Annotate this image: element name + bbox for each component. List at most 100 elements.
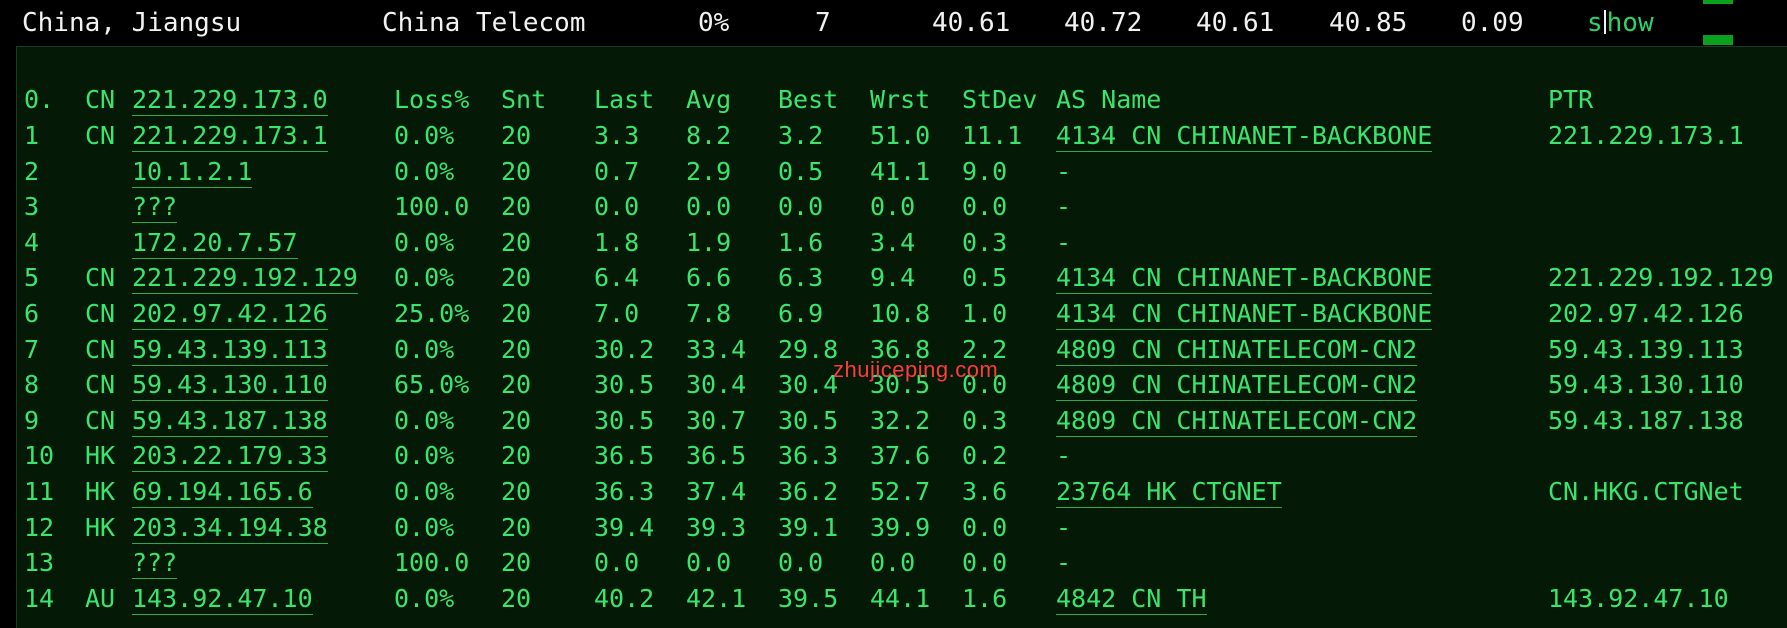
stdev-value: 1.0 — [962, 299, 1008, 328]
hop-number: 10 — [24, 441, 55, 471]
scrollbar-thumb-top[interactable] — [1703, 0, 1733, 4]
avg-value: 6.6 — [686, 263, 732, 293]
as-name[interactable]: 4134 CN CHINANET-BACKBONE — [1056, 121, 1433, 152]
snt-value: 20 — [501, 583, 532, 613]
hop-host[interactable]: 221.229.173.1 — [132, 121, 328, 152]
hop-host[interactable]: 10.1.2.1 — [132, 157, 253, 188]
hop-number: 11 — [24, 477, 55, 506]
mtr-detail-panel: 0. CN 221.229.173.0 Loss% Snt Last Avg B… — [16, 46, 1787, 628]
as-name[interactable]: 4809 CN CHINATELECOM-CN2 — [1056, 370, 1418, 402]
hop-number: 9 — [24, 405, 40, 435]
snt-value: 20 — [501, 334, 532, 364]
hop-number: 6 — [24, 299, 40, 328]
avg-value: 33.4 — [686, 334, 747, 364]
stdev-value: 11.1 — [962, 121, 1023, 150]
as-name[interactable]: 4842 CN TH — [1056, 584, 1207, 615]
loss-value: 0.0% — [394, 441, 455, 471]
summary-location: China, Jiangsu — [22, 8, 242, 38]
hop-host[interactable]: ??? — [132, 192, 178, 224]
last-value: 0.0 — [594, 548, 640, 578]
last-value: 3.3 — [594, 121, 640, 150]
show-link-text-start: s — [1587, 8, 1603, 38]
hop-number: 13 — [24, 548, 55, 578]
ptr-value: 59.43.139.113 — [1548, 334, 1744, 364]
avg-value: 0.0 — [686, 548, 732, 578]
avg-value: 36.5 — [686, 441, 747, 471]
header-country: CN — [85, 85, 116, 114]
hop-host[interactable]: 203.22.179.33 — [132, 441, 328, 473]
best-value: 39.5 — [778, 583, 839, 613]
last-value: 30.5 — [594, 370, 655, 400]
wrst-value: 41.1 — [870, 156, 931, 186]
stdev-value: 0.5 — [962, 263, 1008, 293]
hop-host[interactable]: 203.34.194.38 — [132, 513, 328, 544]
hop-number: 5 — [24, 263, 40, 293]
wrst-value: 10.8 — [870, 299, 931, 328]
snt-value: 20 — [501, 370, 532, 400]
snt-value: 20 — [501, 405, 532, 435]
hop-host[interactable]: 59.43.139.113 — [132, 335, 328, 366]
last-value: 0.0 — [594, 192, 640, 222]
as-name: - — [1056, 548, 1072, 578]
summary-isp: China Telecom — [382, 8, 586, 38]
header-host[interactable]: 221.229.173.0 — [132, 85, 328, 116]
snt-value: 20 — [501, 441, 532, 471]
country-code: CN — [85, 263, 116, 293]
hop-host[interactable]: ??? — [132, 548, 178, 580]
snt-value: 20 — [501, 477, 532, 506]
stdev-value: 3.6 — [962, 477, 1008, 506]
summary-avg: 40.72 — [1064, 8, 1143, 38]
scrollbar-thumb[interactable] — [1703, 35, 1733, 45]
avg-value: 1.9 — [686, 227, 732, 257]
hop-host[interactable]: 59.43.130.110 — [132, 370, 328, 402]
as-name[interactable]: 4134 CN CHINANET-BACKBONE — [1056, 299, 1433, 330]
hop-host[interactable]: 172.20.7.57 — [132, 228, 298, 259]
best-value: 6.3 — [778, 263, 824, 293]
show-link-text-end: how — [1606, 8, 1654, 38]
avg-value: 30.4 — [686, 370, 747, 400]
wrst-value: 3.4 — [870, 227, 916, 257]
ptr-value: 59.43.187.138 — [1548, 405, 1744, 435]
loss-value: 25.0% — [394, 299, 470, 328]
country-code: CN — [85, 370, 116, 400]
loss-value: 0.0% — [394, 512, 455, 542]
stdev-value: 0.0 — [962, 548, 1008, 578]
best-value: 0.5 — [778, 156, 824, 186]
summary-best: 40.61 — [1196, 8, 1275, 38]
avg-value: 2.9 — [686, 156, 732, 186]
table-row: 13??? 100.0 20 0.0 0.0 0.0 0.0 0.0 - — [17, 544, 1787, 580]
as-name: - — [1056, 227, 1072, 257]
hop-host[interactable]: 69.194.165.6 — [132, 477, 313, 508]
hop-host[interactable]: 221.229.192.129 — [132, 263, 358, 295]
country-code: CN — [85, 121, 116, 150]
summary-loss: 0% — [698, 8, 730, 38]
ptr-value: 221.229.192.129 — [1548, 263, 1774, 293]
hop-number: 8 — [24, 370, 40, 400]
hop-host[interactable]: 143.92.47.10 — [132, 584, 313, 615]
best-value: 0.0 — [778, 548, 824, 578]
country-code: CN — [85, 334, 116, 364]
hop-host[interactable]: 59.43.187.138 — [132, 406, 328, 437]
as-name[interactable]: 23764 HK CTGNET — [1056, 477, 1282, 508]
last-value: 40.2 — [594, 583, 655, 613]
as-name[interactable]: 4809 CN CHINATELECOM-CN2 — [1056, 406, 1418, 437]
wrst-value: 32.2 — [870, 405, 931, 435]
as-name[interactable]: 4809 CN CHINATELECOM-CN2 — [1056, 335, 1418, 366]
avg-value: 7.8 — [686, 299, 732, 328]
as-name[interactable]: 4134 CN CHINANET-BACKBONE — [1056, 263, 1433, 295]
watermark-text: zhujiceping.com — [833, 357, 999, 382]
ptr-value: CN.HKG.CTGNet — [1548, 477, 1744, 506]
stdev-value: 0.0 — [962, 192, 1008, 222]
header-ptr: PTR — [1548, 85, 1594, 114]
loss-value: 0.0% — [394, 583, 455, 613]
avg-value: 8.2 — [686, 121, 732, 150]
table-row: 3??? 100.0 20 0.0 0.0 0.0 0.0 0.0 - — [17, 188, 1787, 224]
wrst-value: 44.1 — [870, 583, 931, 613]
show-details-link[interactable]: s how — [1587, 8, 1654, 38]
summary-row: China, Jiangsu China Telecom 0% 7 40.61 … — [0, 0, 1787, 46]
snt-value: 20 — [501, 299, 532, 328]
hop-host[interactable]: 202.97.42.126 — [132, 299, 328, 330]
stdev-value: 0.3 — [962, 227, 1008, 257]
avg-value: 39.3 — [686, 512, 747, 542]
last-value: 0.7 — [594, 156, 640, 186]
